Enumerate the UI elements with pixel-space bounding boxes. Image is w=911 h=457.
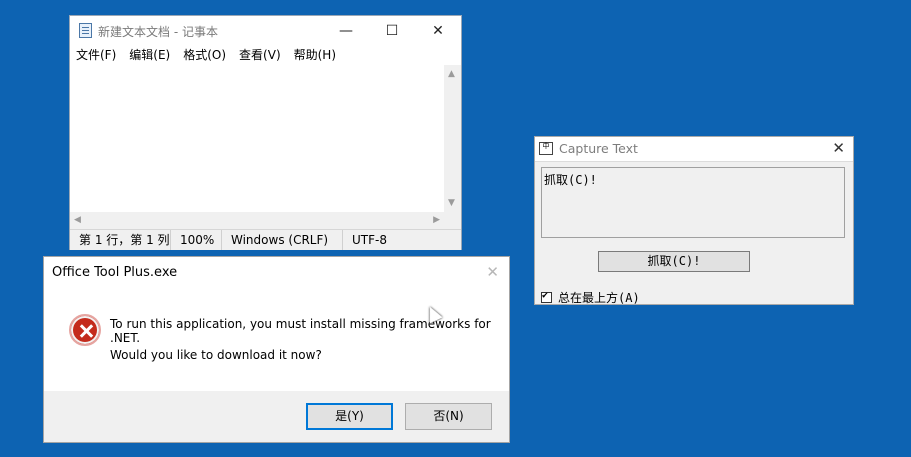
always-on-top-label: 总在最上方(A)	[558, 291, 640, 305]
notepad-window: 新建文本文档 - 记事本 — ☐ ✕ 文件(F) 编辑(E) 格式(O) 查看(…	[69, 15, 462, 250]
scroll-left-icon[interactable]: ◀	[74, 215, 81, 225]
notepad-app-icon	[79, 23, 92, 38]
scroll-right-icon[interactable]: ▶	[433, 215, 440, 225]
scroll-up-icon[interactable]: ▲	[448, 69, 455, 79]
grab-button[interactable]: 抓取(C)!	[598, 251, 750, 272]
error-icon	[69, 314, 101, 346]
notepad-text-area[interactable]	[70, 65, 444, 212]
dialog-question: Would you like to download it now?	[110, 348, 322, 362]
capture-titlebar[interactable]: 中 Capture Text ✕	[535, 137, 853, 162]
dialog-message: To run this application, you must instal…	[110, 317, 491, 345]
no-button[interactable]: 否(N)	[405, 403, 492, 430]
notepad-menubar: 文件(F) 编辑(E) 格式(O) 查看(V) 帮助(H)	[70, 46, 461, 64]
minimize-button[interactable]: —	[323, 16, 369, 46]
notepad-titlebar[interactable]: 新建文本文档 - 记事本 — ☐ ✕	[70, 16, 461, 46]
error-dialog: Office Tool Plus.exe ✕ To run this appli…	[43, 256, 510, 443]
close-icon[interactable]: ✕	[486, 263, 499, 281]
yes-button[interactable]: 是(Y)	[306, 403, 393, 430]
dialog-title: Office Tool Plus.exe	[52, 265, 178, 280]
capture-title: Capture Text	[559, 141, 638, 156]
status-encoding: UTF-8	[352, 233, 387, 247]
capture-app-icon: 中	[539, 142, 553, 155]
notepad-title: 新建文本文档 - 记事本	[98, 25, 218, 39]
status-zoom: 100%	[171, 230, 222, 250]
menu-edit[interactable]: 编辑(E)	[129, 46, 170, 64]
close-button[interactable]: ✕	[415, 16, 461, 46]
menu-help[interactable]: 帮助(H)	[294, 46, 336, 64]
notepad-statusbar: 第 1 行，第 1 列 100% Windows (CRLF) UTF-8	[70, 229, 461, 250]
vertical-scrollbar[interactable]: ▲ ▼	[444, 65, 461, 212]
always-on-top-checkbox[interactable]	[541, 290, 552, 303]
maximize-button[interactable]: ☐	[369, 16, 415, 46]
horizontal-scrollbar[interactable]: ◀ ▶	[70, 212, 444, 229]
menu-view[interactable]: 查看(V)	[239, 46, 281, 64]
menu-file[interactable]: 文件(F)	[76, 46, 116, 64]
status-line-ending: Windows (CRLF)	[222, 230, 343, 250]
menu-format[interactable]: 格式(O)	[183, 46, 226, 64]
close-icon[interactable]: ✕	[832, 139, 845, 157]
status-position: 第 1 行，第 1 列	[70, 230, 171, 250]
always-on-top-option[interactable]: 总在最上方(A)	[541, 289, 640, 306]
captured-text-box[interactable]: 抓取(C)!	[541, 167, 845, 238]
capture-text-window: 中 Capture Text ✕ 抓取(C)! 抓取(C)! 总在最上方(A)	[534, 136, 854, 305]
scroll-down-icon[interactable]: ▼	[448, 198, 455, 208]
scrollbar-corner	[444, 212, 461, 229]
